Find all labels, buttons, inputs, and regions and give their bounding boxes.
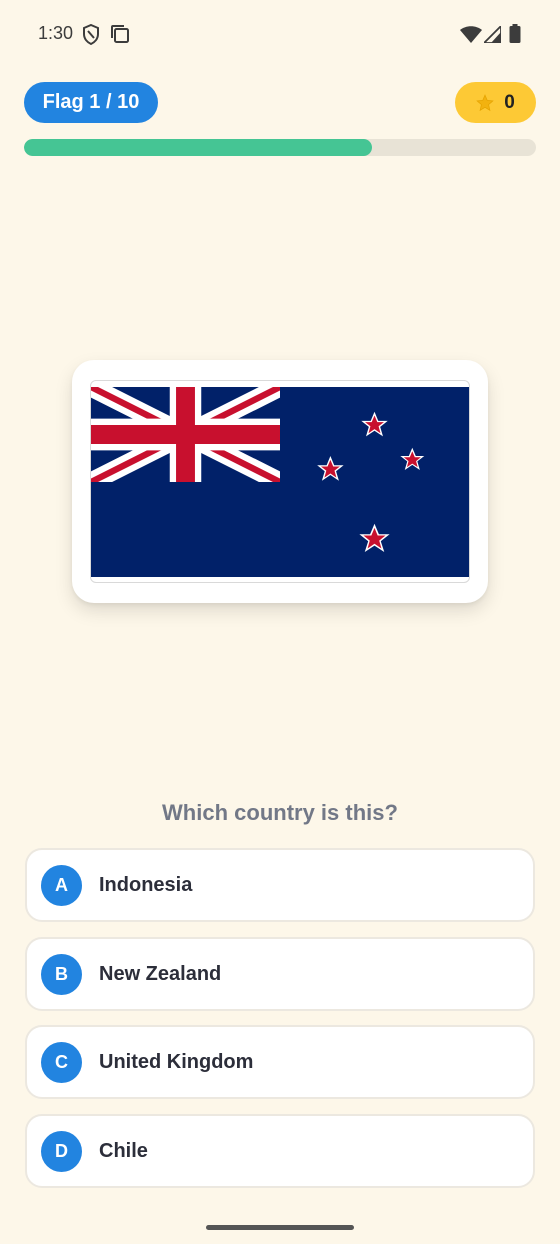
- wifi-icon: [460, 26, 482, 43]
- option-d-button[interactable]: D Chile: [25, 1114, 535, 1188]
- option-label: United Kingdom: [99, 1050, 254, 1073]
- signal-icon: [484, 26, 501, 43]
- progress-bar: [24, 139, 536, 156]
- new-zealand-flag: [91, 387, 469, 577]
- score-value: 0: [504, 91, 515, 113]
- star-icon: [476, 93, 494, 111]
- cards-icon: [111, 25, 129, 43]
- option-letter: C: [41, 1041, 82, 1083]
- home-indicator[interactable]: [206, 1225, 354, 1230]
- flag-frame: [90, 380, 470, 583]
- option-label: New Zealand: [99, 962, 222, 985]
- shield-icon: [83, 24, 99, 45]
- flag-card: [72, 360, 488, 603]
- option-letter: B: [41, 953, 82, 995]
- quiz-screen: 1:30 Flag 1 / 10 0 Which country is this…: [0, 0, 560, 1244]
- option-c-button[interactable]: C United Kingdom: [25, 1025, 535, 1099]
- option-b-button[interactable]: B New Zealand: [25, 937, 535, 1011]
- option-letter: A: [41, 864, 82, 906]
- status-time: 1:30: [38, 23, 74, 43]
- option-letter: D: [41, 1130, 82, 1172]
- flag-counter: Flag 1 / 10: [24, 82, 158, 123]
- score-badge: 0: [455, 82, 536, 123]
- option-a-button[interactable]: A Indonesia: [25, 848, 535, 922]
- status-bar: 1:30: [0, 0, 560, 70]
- option-label: Indonesia: [99, 873, 193, 896]
- option-label: Chile: [99, 1139, 148, 1162]
- progress-fill: [24, 139, 373, 156]
- question-text: Which country is this?: [162, 800, 398, 825]
- battery-icon: [509, 24, 521, 43]
